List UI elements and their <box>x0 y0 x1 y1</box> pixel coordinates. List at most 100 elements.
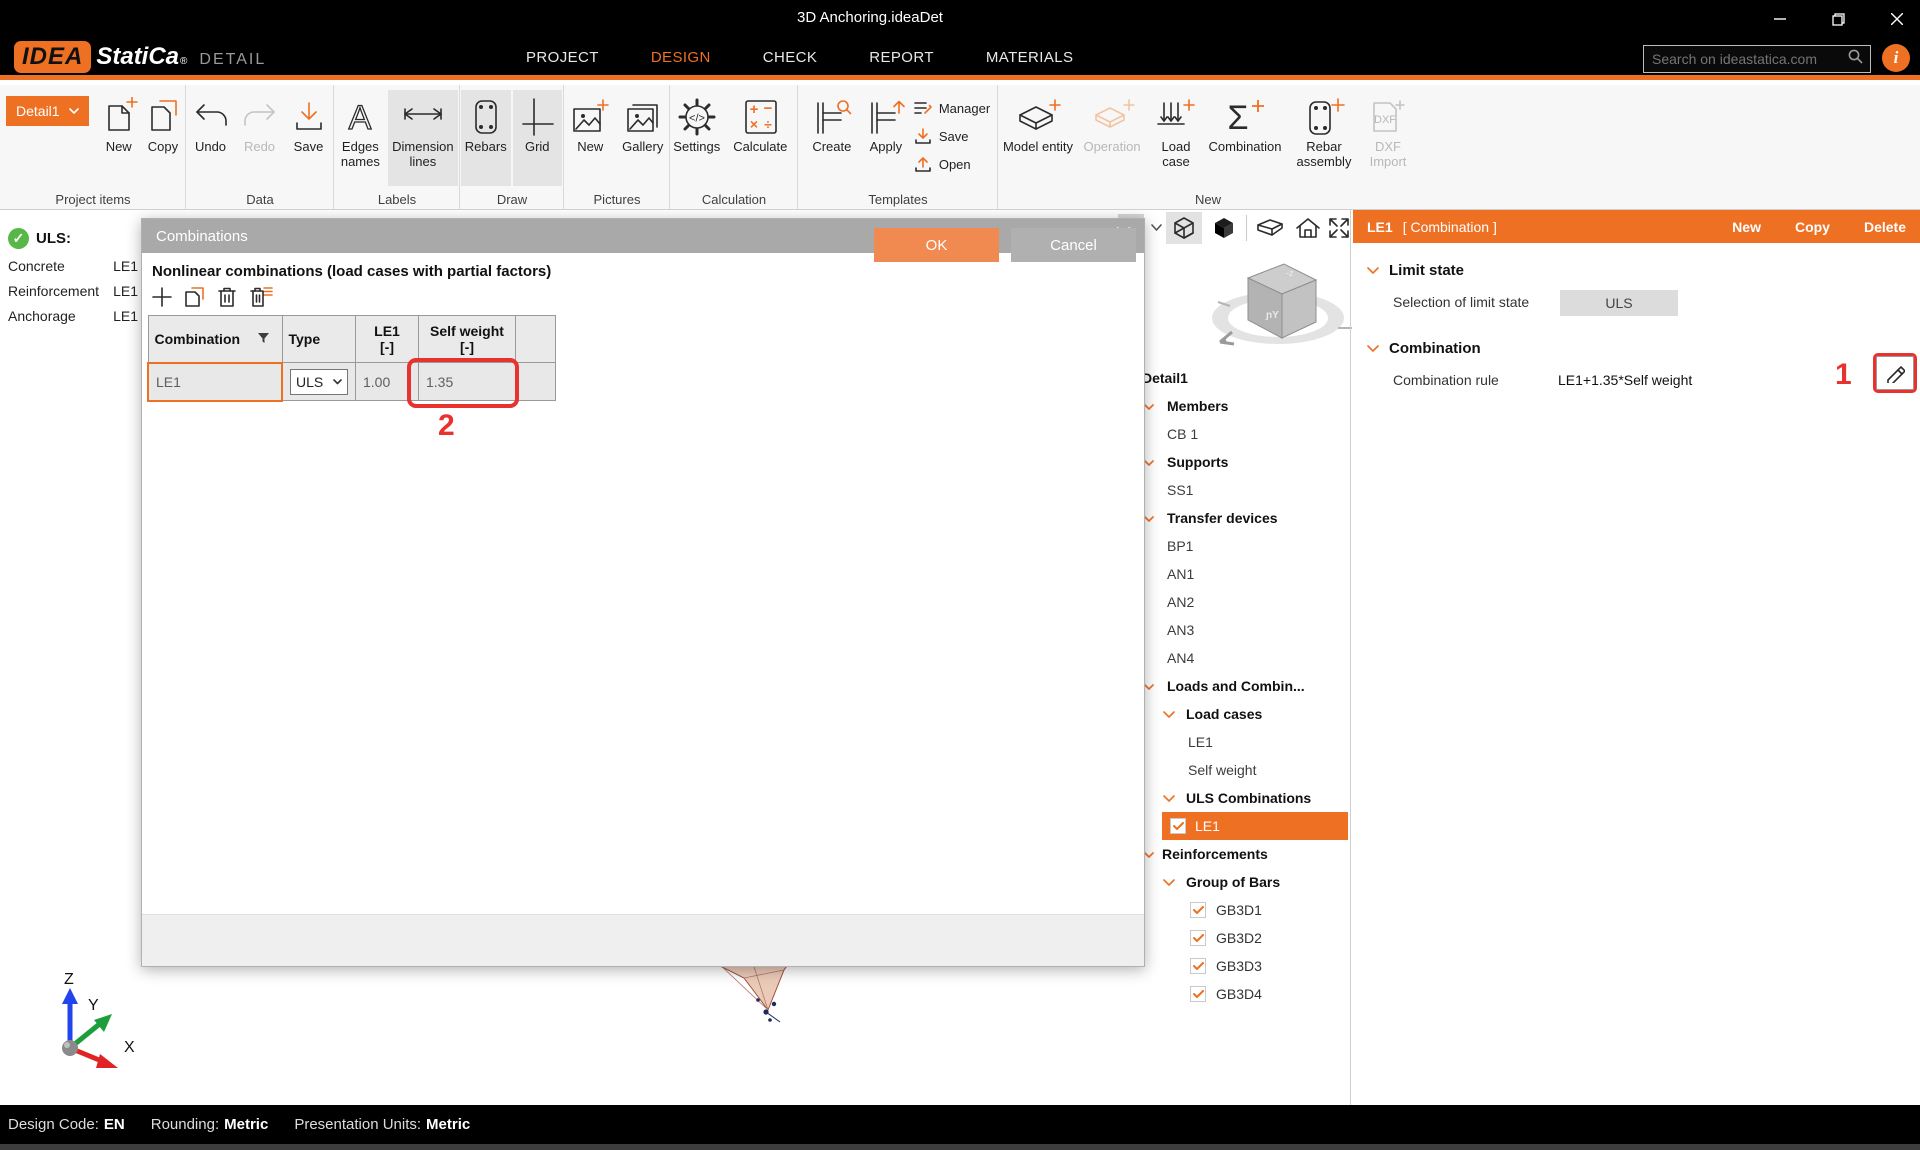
chevron-down-icon <box>1144 846 1154 862</box>
tab-project[interactable]: PROJECT <box>500 38 625 80</box>
ribbon-button-new-item[interactable]: New <box>98 90 140 186</box>
restore-button[interactable] <box>1815 0 1861 38</box>
panel-copy-button[interactable]: Copy <box>1795 219 1830 235</box>
template-save-button[interactable]: Save <box>913 124 990 148</box>
tree-item-an3[interactable]: AN3 <box>1140 616 1348 644</box>
ribbon-button-picture-new[interactable]: New <box>565 90 616 186</box>
close-button[interactable] <box>1874 0 1920 38</box>
checkbox-checked[interactable] <box>1170 818 1186 834</box>
tree-item-bp1[interactable]: BP1 <box>1140 532 1348 560</box>
tree-item-an1[interactable]: AN1 <box>1140 560 1348 588</box>
column-header-self-weight[interactable]: Self weight[-] <box>419 316 516 363</box>
limit-state-value-button[interactable]: ULS <box>1560 290 1678 316</box>
column-header-combination[interactable]: Combination <box>148 316 282 363</box>
tree-label: Transfer devices <box>1167 510 1278 526</box>
tree-item-group-of-bars[interactable]: Group of Bars <box>1140 868 1348 896</box>
tree-item-loads-and-combinations[interactable]: Loads and Combin... <box>1140 672 1348 700</box>
ribbon-button-gallery[interactable]: Gallery <box>618 90 669 186</box>
tab-check[interactable]: CHECK <box>737 38 844 80</box>
panel-new-button[interactable]: New <box>1732 219 1761 235</box>
minimize-button[interactable] <box>1757 0 1803 38</box>
edit-combination-rule-button[interactable] <box>1876 356 1914 390</box>
tree-item-le1-loadcase[interactable]: LE1 <box>1140 728 1348 756</box>
tree-item-gb3d2[interactable]: GB3D2 <box>1140 924 1348 952</box>
tree-item-reinforcements[interactable]: Reinforcements <box>1140 840 1348 868</box>
ribbon-button-save[interactable]: Save <box>285 90 332 186</box>
search-input[interactable] <box>1644 51 1848 67</box>
checkbox-checked[interactable] <box>1190 958 1206 974</box>
tree-item-cb1[interactable]: CB 1 <box>1140 420 1348 448</box>
ribbon-button-model-entity[interactable]: Model entity <box>1002 90 1074 186</box>
template-open-button[interactable]: Open <box>913 152 990 176</box>
wireframe-view-button[interactable] <box>1166 212 1202 244</box>
ribbon-button-settings[interactable]: </> Settings <box>671 90 723 186</box>
ok-button[interactable]: OK <box>874 228 999 262</box>
filter-icon[interactable] <box>258 333 269 344</box>
tab-materials[interactable]: MATERIALS <box>960 38 1100 80</box>
column-header-type[interactable]: Type <box>282 316 356 363</box>
delete-all-combinations-button[interactable] <box>248 285 274 314</box>
panel-delete-button[interactable]: Delete <box>1864 219 1906 235</box>
tree-item-load-cases[interactable]: Load cases <box>1140 700 1348 728</box>
selected-object-type: [ Combination ] <box>1403 219 1497 235</box>
tree-item-ss1[interactable]: SS1 <box>1140 476 1348 504</box>
ribbon-button-combination[interactable]: Σ Combination <box>1204 90 1286 186</box>
ribbon-button-rebar-assembly[interactable]: Rebar assembly <box>1288 90 1360 186</box>
ribbon-button-edges-names[interactable]: A Edges names <box>335 90 386 186</box>
ribbon-button-grid[interactable]: Grid <box>513 90 563 186</box>
load-case-icon <box>1154 94 1198 140</box>
tree-label: LE1 <box>1188 734 1213 750</box>
ribbon-button-undo[interactable]: Undo <box>187 90 234 186</box>
tree-item-supports[interactable]: Supports <box>1140 448 1348 476</box>
search-icon[interactable] <box>1848 49 1870 69</box>
tree-item-gb3d3[interactable]: GB3D3 <box>1140 952 1348 980</box>
info-button[interactable]: i <box>1882 44 1910 72</box>
group-label-templates: Templates <box>798 192 998 207</box>
duplicate-combination-button[interactable] <box>182 285 206 314</box>
checkbox-checked[interactable] <box>1190 902 1206 918</box>
solid-view-button[interactable] <box>1206 212 1242 244</box>
tree-item-members[interactable]: Members <box>1140 392 1348 420</box>
combination-name-cell[interactable]: LE1 <box>148 363 282 401</box>
tree-item-gb3d4[interactable]: GB3D4 <box>1140 980 1348 1008</box>
detail-selector[interactable]: Detail1 <box>6 96 89 126</box>
tab-report[interactable]: REPORT <box>843 38 960 80</box>
tree-item-an2[interactable]: AN2 <box>1140 588 1348 616</box>
section-combination[interactable]: Combination <box>1367 340 1481 357</box>
ribbon-button-calculate[interactable]: +−×÷ Calculate <box>725 90 796 186</box>
result-name: Reinforcement <box>8 283 99 299</box>
tree-item-transfer-devices[interactable]: Transfer devices <box>1140 504 1348 532</box>
tree-item-detail1[interactable]: Detail1 <box>1140 364 1348 392</box>
checkbox-checked[interactable] <box>1190 986 1206 1002</box>
section-limit-state[interactable]: Limit state <box>1367 262 1464 279</box>
tab-design[interactable]: DESIGN <box>625 38 737 80</box>
type-dropdown[interactable]: ULS <box>290 369 348 395</box>
tree-item-an4[interactable]: AN4 <box>1140 644 1348 672</box>
ribbon-button-label: Rebar assembly <box>1288 140 1360 170</box>
tree-item-le1-combination-selected[interactable]: LE1 <box>1162 812 1348 840</box>
template-manager-button[interactable]: Manager <box>913 96 990 120</box>
ribbon-button-template-create[interactable]: Create <box>806 90 858 186</box>
delete-combination-button[interactable] <box>215 285 239 314</box>
checkbox-checked[interactable] <box>1190 930 1206 946</box>
tree-label: GB3D1 <box>1216 902 1262 918</box>
ribbon-button-rebars[interactable]: Rebars <box>461 90 511 186</box>
ribbon-button-copy-item[interactable]: Copy <box>142 90 184 186</box>
ribbon-group-labels: A Edges names Dimension lines <box>334 85 460 209</box>
cancel-button[interactable]: Cancel <box>1011 228 1136 262</box>
add-combination-button[interactable] <box>151 286 173 313</box>
tree-item-self-weight[interactable]: Self weight <box>1140 756 1348 784</box>
gallery-icon <box>623 94 663 140</box>
tree-item-gb3d1[interactable]: GB3D1 <box>1140 896 1348 924</box>
ribbon-button-template-apply[interactable]: Apply <box>860 90 912 186</box>
fullscreen-icon[interactable] <box>1326 212 1352 244</box>
combination-type-cell: ULS <box>282 363 356 401</box>
ribbon-button-load-case[interactable]: Load case <box>1150 90 1202 186</box>
chevron-down-icon[interactable] <box>1148 212 1164 244</box>
tree-item-uls-combinations[interactable]: ULS Combinations <box>1140 784 1348 812</box>
home-view-button[interactable] <box>1290 212 1326 244</box>
section-view-button[interactable] <box>1252 212 1288 244</box>
navigation-cube[interactable]: ɲY -z <box>1200 246 1355 361</box>
column-header-le1[interactable]: LE1[-] <box>356 316 419 363</box>
ribbon-button-dimension-lines[interactable]: Dimension lines <box>388 90 458 186</box>
